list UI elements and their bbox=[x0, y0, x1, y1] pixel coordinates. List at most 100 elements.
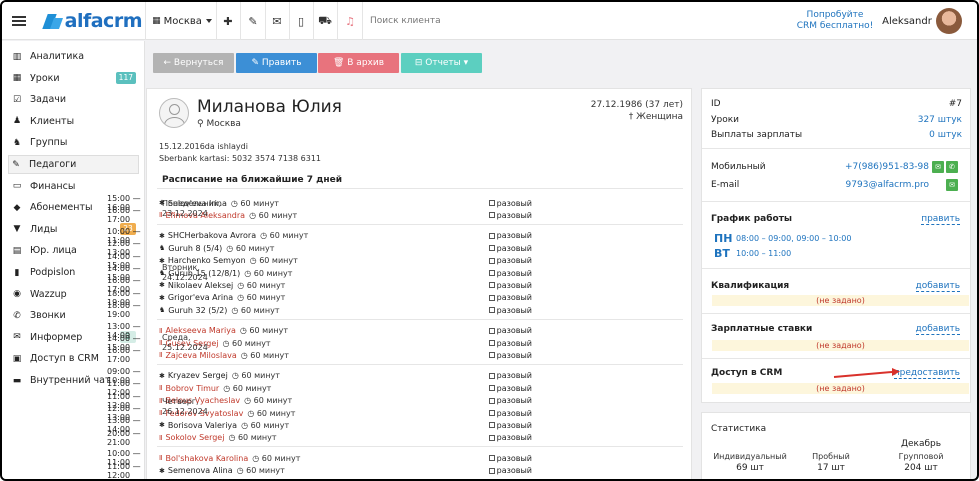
mobile-link[interactable]: +7(986)951-83-98 bbox=[812, 162, 929, 172]
participant-name[interactable]: Zajceva Miloslava bbox=[165, 351, 236, 360]
once-checkbox[interactable]: разовый bbox=[488, 409, 532, 418]
logo[interactable]: alfacrm bbox=[42, 2, 143, 40]
sidebar-item-5[interactable]: ♞ Группы bbox=[10, 133, 140, 152]
back-button[interactable]: ← Вернуться bbox=[153, 53, 234, 73]
search-input[interactable]: Поиск клиента bbox=[370, 2, 490, 40]
participant-name[interactable]: Sokolov Sergej bbox=[165, 433, 224, 442]
edit-schedule-link[interactable]: править bbox=[902, 214, 960, 225]
checkbox-icon bbox=[488, 385, 495, 392]
once-checkbox[interactable]: разовый bbox=[488, 269, 532, 278]
sidebar-item-7[interactable]: ▭ Финансы bbox=[10, 177, 140, 196]
once-checkbox[interactable]: разовый bbox=[488, 256, 532, 265]
once-checkbox[interactable]: разовый bbox=[488, 244, 532, 253]
once-checkbox[interactable]: разовый bbox=[488, 351, 532, 360]
checkbox-icon bbox=[488, 270, 495, 276]
day-date: 23.12.2024 bbox=[162, 209, 208, 219]
sidebar-item-1[interactable]: ▥ Аналитика bbox=[10, 47, 140, 66]
teacher-icon: ✎ bbox=[12, 159, 20, 170]
tue-hours: 10:00 – 11:00 bbox=[736, 249, 792, 258]
once-checkbox[interactable]: разовый bbox=[488, 293, 532, 302]
once-checkbox[interactable]: разовый bbox=[488, 433, 532, 442]
participant-name[interactable]: Bol'shakova Karolina bbox=[165, 454, 248, 463]
sms-button[interactable]: ✉ bbox=[932, 161, 944, 173]
user-name[interactable]: Aleksandr bbox=[882, 2, 932, 40]
schedule-row[interactable]: 11:00 — 12:00 ✱ Semenova Alina ◷ 60 минут ра… bbox=[107, 462, 532, 479]
sidebar-item-label: Задачи bbox=[30, 94, 67, 106]
lessons-link[interactable]: 327 штук bbox=[862, 115, 962, 125]
calendar-icon: ▦ bbox=[12, 73, 22, 84]
schedule-row[interactable]: 09:00 — 10:00 ✱ Kryazev Sergej ◷ 60 минут ра… bbox=[107, 367, 532, 385]
lesson-participant: ✱ SHCHerbakova Avrora ◷ 60 минут bbox=[159, 231, 319, 240]
sidebar-item-2[interactable]: ▦ Уроки 117 bbox=[10, 69, 140, 88]
plus-icon[interactable]: ✚ bbox=[217, 2, 239, 40]
bell-icon[interactable]: ♫ bbox=[339, 2, 361, 40]
once-checkbox[interactable]: разовый bbox=[488, 281, 532, 290]
participant-name[interactable]: Nikolaev Aleksej bbox=[168, 281, 233, 290]
send-email-button[interactable]: ✉ bbox=[946, 179, 958, 191]
schedule-row[interactable]: 12:00 — 13:00 ♞ Guruh 8 (5/4) ◷ 60 минут раз… bbox=[107, 239, 532, 257]
once-checkbox[interactable]: разовый bbox=[488, 231, 532, 240]
lesson-duration: ◷ 60 минут bbox=[226, 243, 275, 253]
schedule-row[interactable]: 10:00 — 11:00 ✱ SHCHerbakova Avrora ◷ 60 ми… bbox=[107, 227, 532, 245]
lesson-duration: ◷ 60 минут bbox=[237, 280, 286, 290]
once-checkbox[interactable]: разовый bbox=[488, 211, 532, 220]
add-rates-link[interactable]: добавить bbox=[902, 324, 960, 335]
call-button[interactable]: ✆ bbox=[946, 161, 958, 173]
mobile-icon[interactable]: ▯ bbox=[290, 2, 312, 40]
sidebar-item-3[interactable]: ☑ Задачи bbox=[10, 90, 140, 109]
once-checkbox[interactable]: разовый bbox=[488, 421, 532, 430]
sidebar-item-label: Внутренний чат bbox=[30, 375, 111, 386]
logo-mark-icon bbox=[42, 13, 61, 29]
schedule-row[interactable]: 10:00 — 11:00 Ⅱ Bol'shakova Karolina ◷ 60 м… bbox=[107, 449, 532, 467]
lock-icon: ▣ bbox=[12, 353, 22, 364]
clock-icon: ◷ bbox=[228, 433, 238, 443]
participant-name[interactable]: Bobrov Timur bbox=[165, 384, 219, 393]
participant-name[interactable]: Semenova Alina bbox=[168, 466, 233, 475]
wrench-icon[interactable]: ✎ bbox=[242, 2, 264, 40]
once-checkbox[interactable]: разовый bbox=[488, 384, 532, 393]
sidebar-item-label: Звонки bbox=[30, 310, 66, 322]
once-checkbox[interactable]: разовый bbox=[488, 466, 532, 475]
archive-button[interactable]: 🗑 В архив bbox=[318, 53, 399, 73]
sidebar-item-4[interactable]: ♟ Клиенты bbox=[10, 112, 140, 131]
once-checkbox[interactable]: разовый bbox=[488, 326, 532, 335]
participant-name[interactable]: Guruh 32 (5/2) bbox=[168, 306, 227, 315]
mobile-label: Мобильный bbox=[711, 162, 766, 172]
day-tue: ВТ bbox=[714, 247, 730, 260]
schedule-row[interactable]: 20:00 — 21:00 Ⅱ Sokolov Sergej ◷ 60 минут ра… bbox=[107, 429, 532, 447]
sidebar-item-label: Педагоги bbox=[29, 159, 77, 170]
reports-button[interactable]: ⊟ Отчеты ▾ bbox=[401, 53, 482, 73]
once-checkbox[interactable]: разовый bbox=[488, 306, 532, 315]
schedule-row[interactable]: 13:00 — 14:00 ✱ Borisova Valeriya ◷ 60 мину… bbox=[107, 416, 532, 434]
email-link[interactable]: 9793@alfacrm.pro bbox=[812, 180, 929, 190]
sidebar-item-6[interactable]: ✎ Педагоги bbox=[8, 155, 139, 174]
comments-icon: ▬ bbox=[12, 375, 22, 386]
envelope-icon[interactable]: ✉ bbox=[266, 2, 288, 40]
participant-name[interactable]: Kryazev Sergej bbox=[168, 371, 228, 380]
participant-name[interactable]: Borisova Valeriya bbox=[168, 421, 237, 430]
checkbox-icon bbox=[488, 397, 495, 404]
once-checkbox[interactable]: разовый bbox=[488, 199, 532, 208]
once-checkbox[interactable]: разовый bbox=[488, 454, 532, 463]
avatar[interactable] bbox=[936, 8, 962, 34]
sidebar-badge: 117 bbox=[115, 71, 136, 84]
schedule-row[interactable]: 18:00 — 19:00 ♞ Guruh 32 (5/2) ◷ 60 минут ра… bbox=[107, 301, 532, 319]
salary-link[interactable]: 0 штук bbox=[862, 130, 962, 140]
once-checkbox[interactable]: разовый bbox=[488, 396, 532, 405]
arrow-annotation-icon bbox=[833, 368, 900, 378]
city-selector[interactable]: ▦ Москва bbox=[150, 2, 214, 40]
participant-name[interactable]: Grigor'eva Arina bbox=[168, 293, 233, 302]
cart-icon[interactable]: ⛟ bbox=[314, 2, 336, 40]
participant-name[interactable]: SHCHerbakova Avrora bbox=[168, 231, 256, 240]
schedule-row[interactable]: 11:00 — 12:00 Ⅱ Bobrov Timur ◷ 60 минут разо… bbox=[107, 379, 532, 397]
lesson-duration: ◷ 60 минут bbox=[252, 453, 301, 463]
once-checkbox[interactable]: разовый bbox=[488, 339, 532, 348]
checkbox-icon bbox=[488, 422, 495, 429]
promo-link[interactable]: Попробуйте CRM бесплатно! bbox=[792, 2, 878, 40]
add-qualification-link[interactable]: добавить bbox=[902, 281, 960, 292]
participant-name[interactable]: Guruh 8 (5/4) bbox=[168, 244, 222, 253]
menu-icon[interactable] bbox=[10, 2, 28, 40]
once-checkbox[interactable]: разовый bbox=[488, 371, 532, 380]
edit-button[interactable]: ✎ Править bbox=[236, 53, 317, 73]
schedule-row[interactable]: 18:00 — 19:00 ✱ Grigor'eva Arina ◷ 60 минут… bbox=[107, 289, 532, 307]
